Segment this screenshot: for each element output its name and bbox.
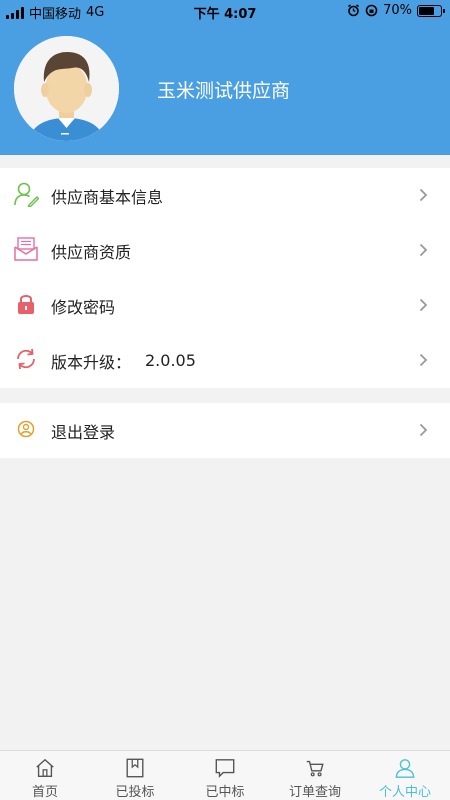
status-bar: 中国移动 4G 下午 4:07 70%	[0, 0, 450, 22]
chat-icon	[215, 759, 235, 778]
tab-orders[interactable]: 订单查询	[270, 751, 360, 800]
tab-profile[interactable]: 个人中心	[360, 751, 450, 800]
bottom-tab-bar: 首页 已投标 已中标 订单查询 个人中心	[0, 750, 450, 800]
menu-label-change-password: 修改密码	[51, 297, 116, 317]
chevron-right-icon	[419, 353, 428, 367]
default-avatar-icon	[14, 36, 119, 141]
menu-item-version-upgrade[interactable]: 版本升级： 2.0.05	[0, 333, 450, 388]
user-edit-icon	[13, 181, 39, 207]
chevron-right-icon	[419, 243, 428, 257]
chevron-right-icon	[419, 188, 428, 202]
home-icon	[36, 758, 54, 777]
menu-item-basic-info[interactable]: 供应商基本信息	[0, 168, 450, 223]
rotation-lock-icon	[365, 4, 378, 17]
profile-header: 中国移动 4G 下午 4:07 70% 玉米测试供应商	[0, 0, 450, 155]
battery-percent: 70%	[383, 3, 412, 18]
tab-label-home: 首页	[31, 785, 58, 800]
logout-label: 退出登录	[51, 422, 116, 442]
chevron-right-icon	[419, 298, 428, 312]
tab-home[interactable]: 首页	[0, 751, 90, 800]
tab-bidded[interactable]: 已投标	[90, 751, 180, 800]
version-number: 2.0.05	[145, 351, 196, 370]
user-circle-icon	[13, 416, 39, 442]
chevron-right-icon	[419, 423, 428, 437]
supplier-name: 玉米测试供应商	[157, 80, 291, 102]
lock-icon	[13, 291, 39, 317]
menu-label-version-upgrade: 版本升级：	[51, 352, 132, 372]
tab-label-profile: 个人中心	[378, 785, 431, 800]
battery-icon	[417, 4, 445, 17]
refresh-icon	[13, 346, 39, 372]
alarm-icon	[348, 4, 360, 17]
menu-list: 供应商基本信息 供应商资质 修改密码 版本升级： 2.0.05	[0, 168, 450, 388]
tab-label-bidded: 已投标	[115, 785, 155, 800]
bookmark-icon	[126, 758, 144, 778]
menu-item-qualification[interactable]: 供应商资质	[0, 223, 450, 278]
avatar[interactable]	[14, 36, 119, 141]
person-icon	[395, 759, 415, 778]
envelope-icon	[13, 236, 39, 262]
menu-item-change-password[interactable]: 修改密码	[0, 278, 450, 333]
tab-label-orders: 订单查询	[288, 785, 341, 800]
tab-won[interactable]: 已中标	[180, 751, 270, 800]
logout-button[interactable]: 退出登录	[0, 403, 450, 458]
tab-label-won: 已中标	[205, 785, 245, 800]
menu-label-basic-info: 供应商基本信息	[51, 187, 164, 207]
cart-icon	[306, 760, 324, 777]
menu-label-qualification: 供应商资质	[51, 242, 132, 262]
logout-section: 退出登录	[0, 403, 450, 458]
